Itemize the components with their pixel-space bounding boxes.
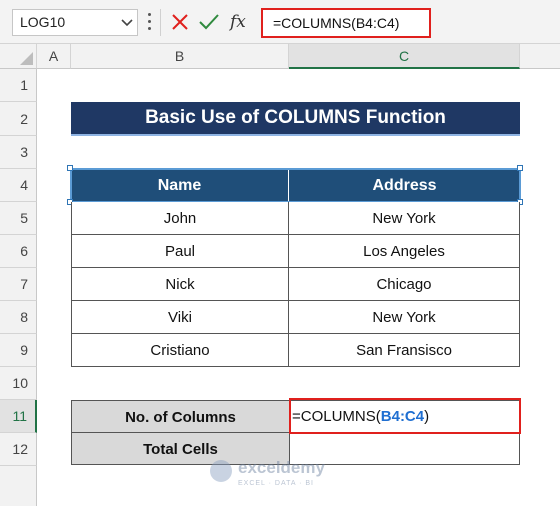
row-header-1[interactable]: 1 <box>0 69 37 102</box>
formula-bar: LOG10 fx =COLUMNS(B4:C4) <box>0 0 560 44</box>
cancel-icon[interactable] <box>170 11 190 33</box>
row-header-5[interactable]: 5 <box>0 202 37 235</box>
cell-name[interactable]: Cristiano <box>71 334 289 367</box>
divider <box>160 9 161 36</box>
row-header-8[interactable]: 8 <box>0 301 37 334</box>
exceldemy-logo-icon <box>210 460 232 482</box>
row-header-7[interactable]: 7 <box>0 268 37 301</box>
formula-input[interactable]: =COLUMNS(B4:C4) <box>261 8 431 38</box>
column-header-d[interactable] <box>520 44 560 69</box>
cell-address[interactable]: Chicago <box>289 268 520 301</box>
enter-check-icon[interactable] <box>197 11 221 33</box>
row-header-4[interactable]: 4 <box>0 169 37 202</box>
selection-handle[interactable] <box>67 165 73 171</box>
more-options-icon[interactable] <box>147 13 153 33</box>
watermark: exceldemy EXCEL · DATA · BI <box>210 458 360 498</box>
row-header-12[interactable]: 12 <box>0 433 37 466</box>
column-header-b[interactable]: B <box>71 44 289 69</box>
cell-name[interactable]: Viki <box>71 301 289 334</box>
column-header-c[interactable]: C <box>289 44 520 69</box>
row-header-10[interactable]: 10 <box>0 367 37 400</box>
cell-address[interactable]: New York <box>289 301 520 334</box>
chevron-down-icon[interactable] <box>118 9 136 36</box>
row-header-9[interactable]: 9 <box>0 334 37 367</box>
cell-address[interactable]: San Fransisco <box>289 334 520 367</box>
row-header-11[interactable]: 11 <box>0 400 37 433</box>
sheet-title[interactable]: Basic Use of COLUMNS Function <box>71 102 520 136</box>
cell-name[interactable]: Nick <box>71 268 289 301</box>
insert-function-icon[interactable]: fx <box>230 9 252 36</box>
row-header-6[interactable]: 6 <box>0 235 37 268</box>
selection-handle[interactable] <box>517 165 523 171</box>
row-header-13[interactable] <box>0 466 37 506</box>
active-cell-outline <box>289 398 521 434</box>
column-header-a[interactable]: A <box>37 44 71 69</box>
cell-name[interactable]: Paul <box>71 235 289 268</box>
watermark-name: exceldemy <box>238 458 325 477</box>
cell-name[interactable]: John <box>71 202 289 235</box>
row-header-3[interactable]: 3 <box>0 136 37 169</box>
select-all-corner[interactable] <box>0 44 37 69</box>
selection-outline <box>70 168 521 203</box>
cell-address[interactable]: Los Angeles <box>289 235 520 268</box>
label-no-of-columns[interactable]: No. of Columns <box>71 400 290 433</box>
watermark-tagline: EXCEL · DATA · BI <box>238 480 314 487</box>
row-header-2[interactable]: 2 <box>0 102 37 136</box>
cell-address[interactable]: New York <box>289 202 520 235</box>
